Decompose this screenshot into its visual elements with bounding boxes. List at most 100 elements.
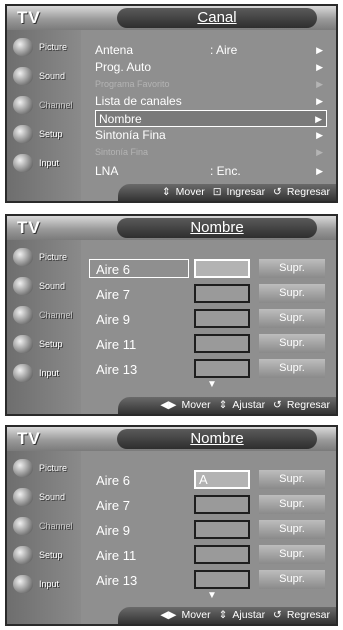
up-down-icon: ⇕ bbox=[218, 609, 228, 621]
name-field[interactable] bbox=[194, 284, 250, 303]
menu-item-nombre[interactable]: Nombre ▶ bbox=[95, 110, 327, 127]
up-down-icon: ⇕ bbox=[218, 399, 228, 411]
channel-row-label[interactable]: Aire 11 bbox=[89, 334, 189, 353]
name-field[interactable] bbox=[194, 334, 250, 353]
picture-icon bbox=[13, 38, 33, 56]
menu-item-sintonia-fina-2[interactable]: Sintonía Fina ▶ bbox=[95, 144, 327, 161]
delete-button[interactable]: Supr. bbox=[259, 520, 325, 539]
sidebar: Picture Sound Channel Setup Input bbox=[7, 451, 81, 624]
sound-icon bbox=[13, 67, 33, 85]
channel-icon bbox=[13, 306, 33, 324]
scroll-down-icon[interactable]: ▼ bbox=[207, 590, 217, 601]
sidebar: Picture Sound Channel Setup Input bbox=[7, 240, 81, 414]
menu-header: TV Nombre bbox=[7, 427, 336, 451]
channel-row-label[interactable]: Aire 13 bbox=[89, 359, 189, 378]
name-field[interactable] bbox=[194, 495, 250, 514]
sidebar-item-channel[interactable]: Channel bbox=[9, 92, 79, 118]
move-icon: ⇕ bbox=[161, 186, 171, 198]
delete-button[interactable]: Supr. bbox=[259, 470, 325, 489]
delete-button[interactable]: Supr. bbox=[259, 545, 325, 564]
channel-row-label[interactable]: Aire 9 bbox=[89, 520, 189, 539]
menu-item-lista-de-canales[interactable]: Lista de canales ▶ bbox=[95, 93, 327, 110]
sidebar-item-input[interactable]: Input bbox=[9, 360, 79, 386]
footer-hints: ◀▶ Mover ⇕ Ajustar ↺ Regresar bbox=[118, 607, 336, 624]
sidebar-item-channel[interactable]: Channel bbox=[9, 513, 79, 539]
sidebar-item-picture[interactable]: Picture bbox=[9, 244, 79, 270]
arrow-right-icon: ▶ bbox=[315, 114, 322, 124]
name-field[interactable]: A bbox=[194, 470, 250, 489]
sidebar-item-channel[interactable]: Channel bbox=[9, 302, 79, 328]
name-field[interactable] bbox=[194, 545, 250, 564]
tv-label: TV bbox=[17, 429, 41, 448]
delete-button[interactable]: Supr. bbox=[259, 259, 325, 278]
left-right-icon: ◀▶ bbox=[160, 399, 177, 411]
delete-button[interactable]: Supr. bbox=[259, 284, 325, 303]
name-field[interactable] bbox=[194, 570, 250, 589]
menu-item-programa-favorito[interactable]: Programa Favorito ▶ bbox=[95, 76, 327, 93]
sidebar-item-setup[interactable]: Setup bbox=[9, 542, 79, 568]
delete-button[interactable]: Supr. bbox=[259, 570, 325, 589]
arrow-right-icon: ▶ bbox=[316, 45, 323, 55]
name-field[interactable] bbox=[194, 259, 250, 278]
channel-icon bbox=[13, 96, 33, 114]
sidebar-item-sound[interactable]: Sound bbox=[9, 484, 79, 510]
input-icon bbox=[13, 364, 33, 382]
channel-row-label[interactable]: Aire 6 bbox=[89, 470, 189, 489]
enter-icon: ⊡ bbox=[212, 186, 222, 198]
channel-row-label[interactable]: Aire 7 bbox=[89, 284, 189, 303]
menu-item-prog-auto[interactable]: Prog. Auto ▶ bbox=[95, 59, 327, 76]
sound-icon bbox=[13, 488, 33, 506]
picture-icon bbox=[13, 248, 33, 266]
arrow-right-icon: ▶ bbox=[316, 62, 323, 72]
return-icon: ↺ bbox=[273, 399, 282, 411]
channel-row-label[interactable]: Aire 6 bbox=[89, 259, 189, 278]
name-field[interactable] bbox=[194, 309, 250, 328]
delete-button[interactable]: Supr. bbox=[259, 334, 325, 353]
return-icon: ↺ bbox=[273, 609, 282, 621]
menu-title: Canal bbox=[117, 8, 317, 28]
channel-icon bbox=[13, 517, 33, 535]
sidebar-item-setup[interactable]: Setup bbox=[9, 331, 79, 357]
sidebar: Picture Sound Channel Setup Input bbox=[7, 30, 81, 201]
menu-header: TV Nombre bbox=[7, 216, 336, 240]
delete-button[interactable]: Supr. bbox=[259, 359, 325, 378]
channel-row-label[interactable]: Aire 9 bbox=[89, 309, 189, 328]
menu-item-antena[interactable]: Antena: Aire ▶ bbox=[95, 42, 327, 59]
sidebar-item-setup[interactable]: Setup bbox=[9, 121, 79, 147]
left-right-icon: ◀▶ bbox=[160, 609, 177, 621]
channel-row-label[interactable]: Aire 13 bbox=[89, 570, 189, 589]
delete-button[interactable]: Supr. bbox=[259, 495, 325, 514]
name-field[interactable] bbox=[194, 359, 250, 378]
input-icon bbox=[13, 575, 33, 593]
channel-row-label[interactable]: Aire 11 bbox=[89, 545, 189, 564]
tv-label: TV bbox=[17, 218, 41, 237]
menu-item-lna[interactable]: LNA: Enc. ▶ bbox=[95, 163, 327, 180]
return-icon: ↺ bbox=[273, 186, 282, 198]
channel-menu-screen: TV Canal Picture Sound Channel Setup Inp… bbox=[5, 4, 338, 203]
menu-title: Nombre bbox=[117, 218, 317, 238]
setup-icon bbox=[13, 335, 33, 353]
setup-icon bbox=[13, 125, 33, 143]
setup-icon bbox=[13, 546, 33, 564]
name-field[interactable] bbox=[194, 520, 250, 539]
picture-icon bbox=[13, 459, 33, 477]
delete-button[interactable]: Supr. bbox=[259, 309, 325, 328]
name-edit-screen-typing: TV Nombre Picture Sound Channel Setup In… bbox=[5, 425, 338, 626]
menu-item-sintonia-fina[interactable]: Sintonía Fina ▶ bbox=[95, 127, 327, 144]
sound-icon bbox=[13, 277, 33, 295]
input-icon bbox=[13, 154, 33, 172]
arrow-right-icon: ▶ bbox=[316, 166, 323, 176]
sidebar-item-picture[interactable]: Picture bbox=[9, 455, 79, 481]
arrow-right-icon: ▶ bbox=[316, 96, 323, 106]
menu-title: Nombre bbox=[117, 429, 317, 449]
sidebar-item-input[interactable]: Input bbox=[9, 150, 79, 176]
arrow-right-icon: ▶ bbox=[316, 147, 323, 157]
scroll-down-icon[interactable]: ▼ bbox=[207, 379, 217, 390]
arrow-right-icon: ▶ bbox=[316, 130, 323, 140]
sidebar-item-input[interactable]: Input bbox=[9, 571, 79, 597]
channel-row-label[interactable]: Aire 7 bbox=[89, 495, 189, 514]
name-edit-screen: TV Nombre Picture Sound Channel Setup In… bbox=[5, 214, 338, 416]
sidebar-item-picture[interactable]: Picture bbox=[9, 34, 79, 60]
sidebar-item-sound[interactable]: Sound bbox=[9, 273, 79, 299]
sidebar-item-sound[interactable]: Sound bbox=[9, 63, 79, 89]
